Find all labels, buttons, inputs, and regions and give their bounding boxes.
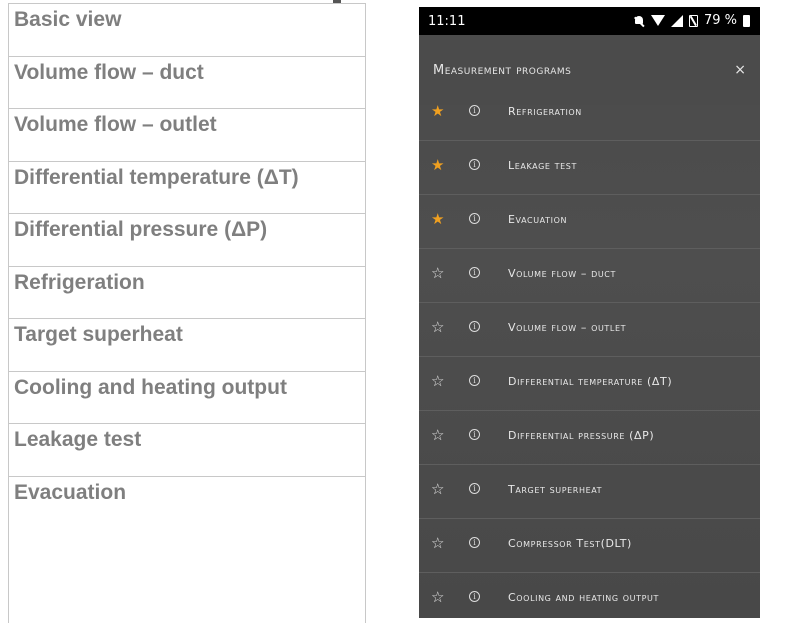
star-outline-icon[interactable]: ☆ [431, 590, 444, 605]
table-row: Basic view [9, 4, 365, 57]
star-outline-icon[interactable]: ☆ [431, 374, 444, 389]
battery-icon [743, 14, 750, 27]
info-icon[interactable]: i [469, 159, 480, 170]
list-item[interactable]: ★ i Evacuation [419, 195, 760, 249]
table-row: Differential temperature (ΔT) [9, 162, 365, 214]
program-label: Differential temperature (ΔT) [508, 375, 673, 388]
table-row: Refrigeration [9, 267, 365, 319]
list-item[interactable]: ★ i Leakage test [419, 141, 760, 195]
star-filled-icon[interactable]: ★ [431, 104, 444, 119]
program-label: Volume flow – duct [508, 267, 616, 280]
measurement-program-list: ★ i Refrigeration ★ i Leakage test ★ i Evacuatio… [419, 87, 760, 618]
info-icon[interactable]: i [469, 267, 480, 278]
status-time: 11:11 [428, 14, 466, 29]
battery-level: 79 % [703, 13, 737, 28]
info-icon[interactable]: i [469, 429, 480, 440]
star-outline-icon[interactable]: ☆ [431, 320, 444, 335]
info-icon[interactable]: i [469, 483, 480, 494]
list-item[interactable]: ☆ i Differential pressure (ΔP) [419, 411, 760, 465]
table-row: Volume flow – duct [9, 57, 365, 109]
list-item[interactable]: ★ i Refrigeration [419, 87, 760, 141]
info-icon[interactable]: i [469, 105, 480, 116]
status-bar: 11:11 79 % [419, 7, 760, 35]
star-outline-icon[interactable]: ☆ [431, 482, 444, 497]
star-filled-icon[interactable]: ★ [431, 158, 444, 173]
list-item[interactable]: ☆ i Cooling and heating output [419, 573, 760, 618]
list-item[interactable]: ☆ i Volume flow – duct [419, 249, 760, 303]
star-outline-icon[interactable]: ☆ [431, 428, 444, 443]
info-icon[interactable]: i [469, 591, 480, 602]
list-item[interactable]: ☆ i Compressor Test(DLT) [419, 519, 760, 573]
status-icons: 79 % [633, 13, 750, 28]
list-item[interactable]: ☆ i Volume flow – outlet [419, 303, 760, 357]
table-row: Target superheat [9, 319, 365, 372]
info-icon[interactable]: i [469, 537, 480, 548]
signal-icon [670, 14, 683, 27]
wifi-icon [650, 15, 665, 26]
program-label: Leakage test [508, 159, 577, 172]
star-outline-icon[interactable]: ☆ [431, 266, 444, 281]
info-icon[interactable]: i [469, 375, 480, 386]
phone-screen: 11:11 79 % Measurement programs × ★ i Refr… [419, 7, 760, 618]
list-item[interactable]: ☆ i Target superheat [419, 465, 760, 519]
star-outline-icon[interactable]: ☆ [431, 536, 444, 551]
program-label: Cooling and heating output [508, 591, 659, 604]
page-title: Measurement programs [433, 63, 572, 78]
program-label: Refrigeration [508, 105, 582, 118]
table-row: Leakage test [9, 424, 365, 477]
program-label: Volume flow – outlet [508, 321, 627, 334]
notifications-off-icon [633, 15, 645, 27]
table-row: Differential pressure (ΔP) [9, 214, 365, 267]
table-row: Cooling and heating output [9, 372, 365, 424]
program-list-table: Basic view Volume flow – duct Volume flo… [8, 3, 366, 623]
program-label: Target superheat [508, 483, 603, 496]
no-sim-icon [688, 14, 698, 27]
table-row: Evacuation [14, 480, 127, 504]
program-label: Evacuation [508, 213, 568, 226]
info-icon[interactable]: i [469, 321, 480, 332]
close-icon[interactable]: × [734, 62, 746, 78]
program-label: Compressor Test(DLT) [508, 537, 632, 550]
info-icon[interactable]: i [469, 213, 480, 224]
star-filled-icon[interactable]: ★ [431, 212, 444, 227]
table-row: Volume flow – outlet [9, 109, 365, 162]
program-label: Differential pressure (ΔP) [508, 429, 655, 442]
list-item[interactable]: ☆ i Differential temperature (ΔT) [419, 357, 760, 411]
